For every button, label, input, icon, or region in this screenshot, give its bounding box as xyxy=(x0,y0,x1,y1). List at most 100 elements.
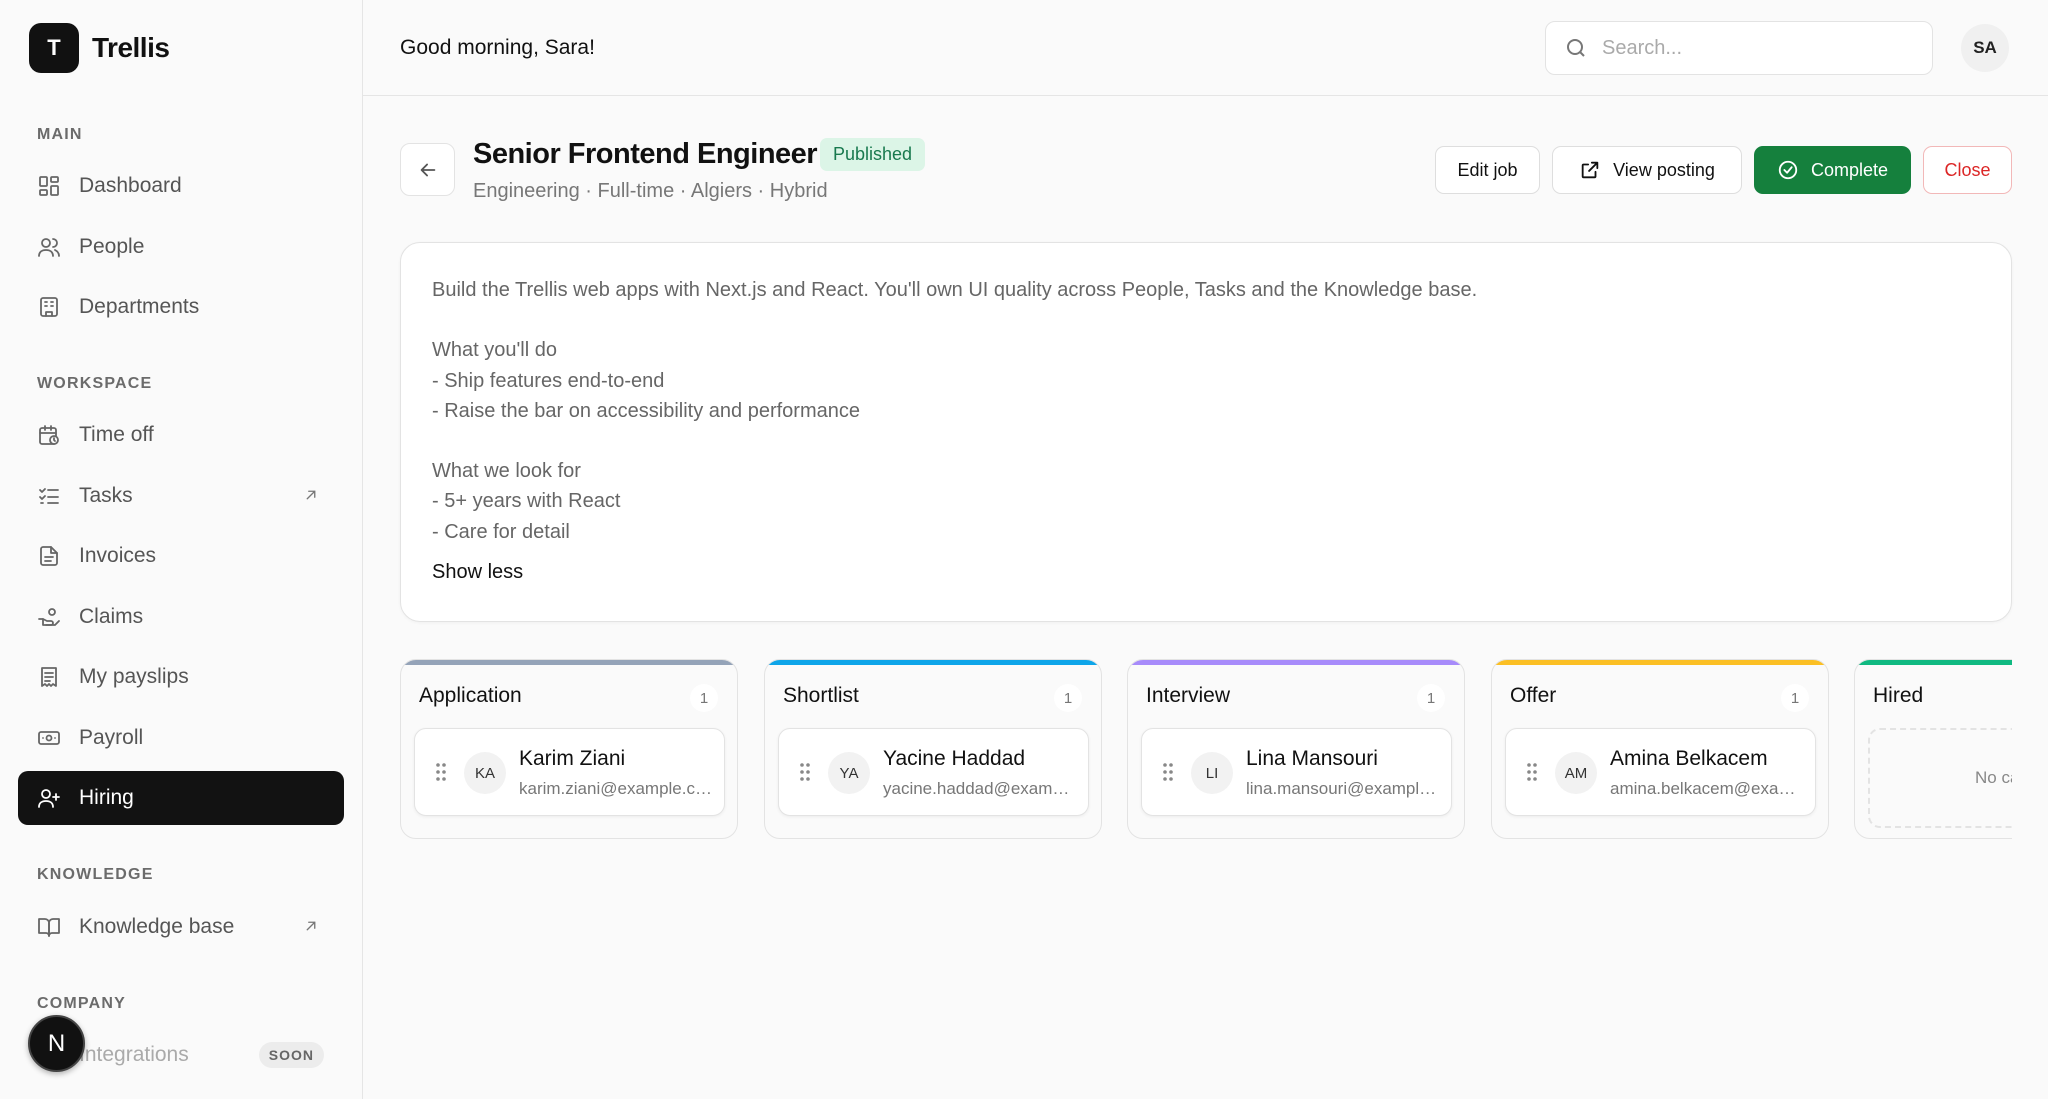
sidebar-item-departments[interactable]: Departments xyxy=(18,280,344,334)
user-plus-icon xyxy=(36,785,62,811)
column-count: 1 xyxy=(1781,684,1809,712)
pipeline-column-hired: Hired No candidates xyxy=(1854,659,2012,839)
sidebar-item-label: People xyxy=(79,235,145,258)
candidate-email: karim.ziani@example.com xyxy=(519,779,714,798)
view-posting-label: View posting xyxy=(1613,159,1715,180)
sidebar-item-label: Departments xyxy=(79,295,200,318)
pipeline-column-application: Application 1 KA Karim Ziani karim.ziani… xyxy=(400,659,738,839)
column-title: Interview xyxy=(1146,684,1231,707)
sidebar-item-label: Integrations xyxy=(79,1043,189,1066)
section-label-company: COMPANY xyxy=(37,995,126,1012)
users-icon xyxy=(36,234,62,260)
show-less-link[interactable]: Show less xyxy=(432,561,523,584)
building-icon xyxy=(36,294,62,320)
candidate-name: Amina Belkacem xyxy=(1610,747,1768,770)
search-icon xyxy=(1567,39,1585,57)
column-stripe xyxy=(1855,660,2012,665)
sidebar-item-label: Payroll xyxy=(79,726,144,749)
candidate-avatar: YA xyxy=(828,752,870,794)
soon-badge: SOON xyxy=(258,1042,324,1068)
sidebar-item-hiring[interactable]: Hiring xyxy=(18,771,344,825)
column-count: 1 xyxy=(690,684,718,712)
column-stripe xyxy=(1128,660,1464,665)
pipeline-column-interview: Interview 1 LI Lina Mansouri lina.mansou… xyxy=(1127,659,1465,839)
sidebar: T Trellis MAIN Dashboard People Departme… xyxy=(0,0,363,1099)
next-dev-badge[interactable]: N xyxy=(28,1015,85,1072)
candidate-card[interactable]: LI Lina Mansouri lina.mansouri@example.c… xyxy=(1141,728,1452,816)
external-link-icon xyxy=(302,486,322,506)
column-count: 1 xyxy=(1417,684,1445,712)
candidate-avatar: KA xyxy=(464,752,506,794)
column-title: Hired xyxy=(1873,684,1924,707)
candidate-card[interactable]: YA Yacine Haddad yacine.haddad@example.c… xyxy=(778,728,1089,816)
book-open-icon xyxy=(36,914,62,940)
external-link-icon xyxy=(302,917,322,937)
topbar: Good morning, Sara! SA xyxy=(363,0,2048,96)
column-stripe xyxy=(765,660,1101,665)
candidate-card[interactable]: KA Karim Ziani karim.ziani@example.com xyxy=(414,728,725,816)
search-box[interactable] xyxy=(1545,21,1933,75)
section-label-workspace: WORKSPACE xyxy=(37,375,153,392)
job-description-card: Build the Trellis web apps with Next.js … xyxy=(400,242,2012,622)
sidebar-item-label: Invoices xyxy=(79,544,157,567)
user-avatar[interactable]: SA xyxy=(1961,24,2009,72)
back-button[interactable] xyxy=(400,143,455,196)
hand-coins-icon xyxy=(36,604,62,630)
checklist-icon xyxy=(36,483,62,509)
candidate-name: Karim Ziani xyxy=(519,747,626,770)
hiring-pipeline: Application 1 KA Karim Ziani karim.ziani… xyxy=(400,657,2012,841)
sidebar-item-dashboard[interactable]: Dashboard xyxy=(18,159,344,213)
complete-button[interactable]: Complete xyxy=(1754,146,1911,194)
candidate-email: yacine.haddad@example.com xyxy=(883,779,1078,798)
sidebar-item-payslips[interactable]: My payslips xyxy=(18,650,344,704)
greeting: Good morning, Sara! xyxy=(400,36,595,59)
close-job-button[interactable]: Close xyxy=(1923,146,2012,194)
edit-job-button[interactable]: Edit job xyxy=(1435,146,1540,194)
search-input[interactable] xyxy=(1602,36,1902,60)
complete-label: Complete xyxy=(1810,159,1889,180)
brand[interactable]: T Trellis xyxy=(29,23,170,73)
sidebar-item-tasks[interactable]: Tasks xyxy=(18,469,344,523)
candidate-name: Lina Mansouri xyxy=(1246,747,1378,770)
empty-state-text: No candidates xyxy=(1975,768,2012,787)
sidebar-item-time-off[interactable]: Time off xyxy=(18,408,344,462)
sidebar-item-knowledge-base[interactable]: Knowledge base xyxy=(18,900,344,954)
job-meta: Engineering · Full-time · Algiers · Hybr… xyxy=(473,180,828,202)
column-count: 1 xyxy=(1054,684,1082,712)
dashboard-icon xyxy=(36,173,62,199)
section-label-main: MAIN xyxy=(37,126,83,143)
column-title: Application xyxy=(419,684,522,707)
drag-handle-icon[interactable] xyxy=(1526,762,1538,782)
sidebar-item-label: Hiring xyxy=(79,786,134,809)
sidebar-item-label: Claims xyxy=(79,605,144,628)
sidebar-item-label: Knowledge base xyxy=(79,915,235,938)
check-circle-icon xyxy=(1778,160,1798,180)
candidate-avatar: AM xyxy=(1555,752,1597,794)
close-job-label: Close xyxy=(1944,159,1991,180)
pipeline-column-shortlist: Shortlist 1 YA Yacine Haddad yacine.hadd… xyxy=(764,659,1102,839)
sidebar-item-label: Time off xyxy=(79,423,154,446)
receipt-icon xyxy=(36,664,62,690)
sidebar-item-payroll[interactable]: Payroll xyxy=(18,711,344,765)
column-stripe xyxy=(401,660,737,665)
section-label-knowledge: KNOWLEDGE xyxy=(37,866,154,883)
drag-handle-icon[interactable] xyxy=(435,762,447,782)
column-stripe xyxy=(1492,660,1828,665)
calendar-clock-icon xyxy=(36,422,62,448)
drag-handle-icon[interactable] xyxy=(799,762,811,782)
candidate-avatar: LI xyxy=(1191,752,1233,794)
sidebar-item-label: Dashboard xyxy=(79,174,182,197)
page-title: Senior Frontend Engineer xyxy=(473,138,818,170)
sidebar-item-claims[interactable]: Claims xyxy=(18,590,344,644)
column-title: Shortlist xyxy=(783,684,859,707)
drag-handle-icon[interactable] xyxy=(1162,762,1174,782)
empty-drop-zone[interactable]: No candidates xyxy=(1868,728,2012,828)
column-title: Offer xyxy=(1510,684,1557,707)
edit-job-label: Edit job xyxy=(1457,159,1518,180)
sidebar-item-label: My payslips xyxy=(79,665,189,688)
view-posting-button[interactable]: View posting xyxy=(1552,146,1742,194)
sidebar-item-invoices[interactable]: Invoices xyxy=(18,529,344,583)
sidebar-item-people[interactable]: People xyxy=(18,220,344,274)
file-text-icon xyxy=(36,543,62,569)
candidate-card[interactable]: AM Amina Belkacem amina.belkacem@example… xyxy=(1505,728,1816,816)
